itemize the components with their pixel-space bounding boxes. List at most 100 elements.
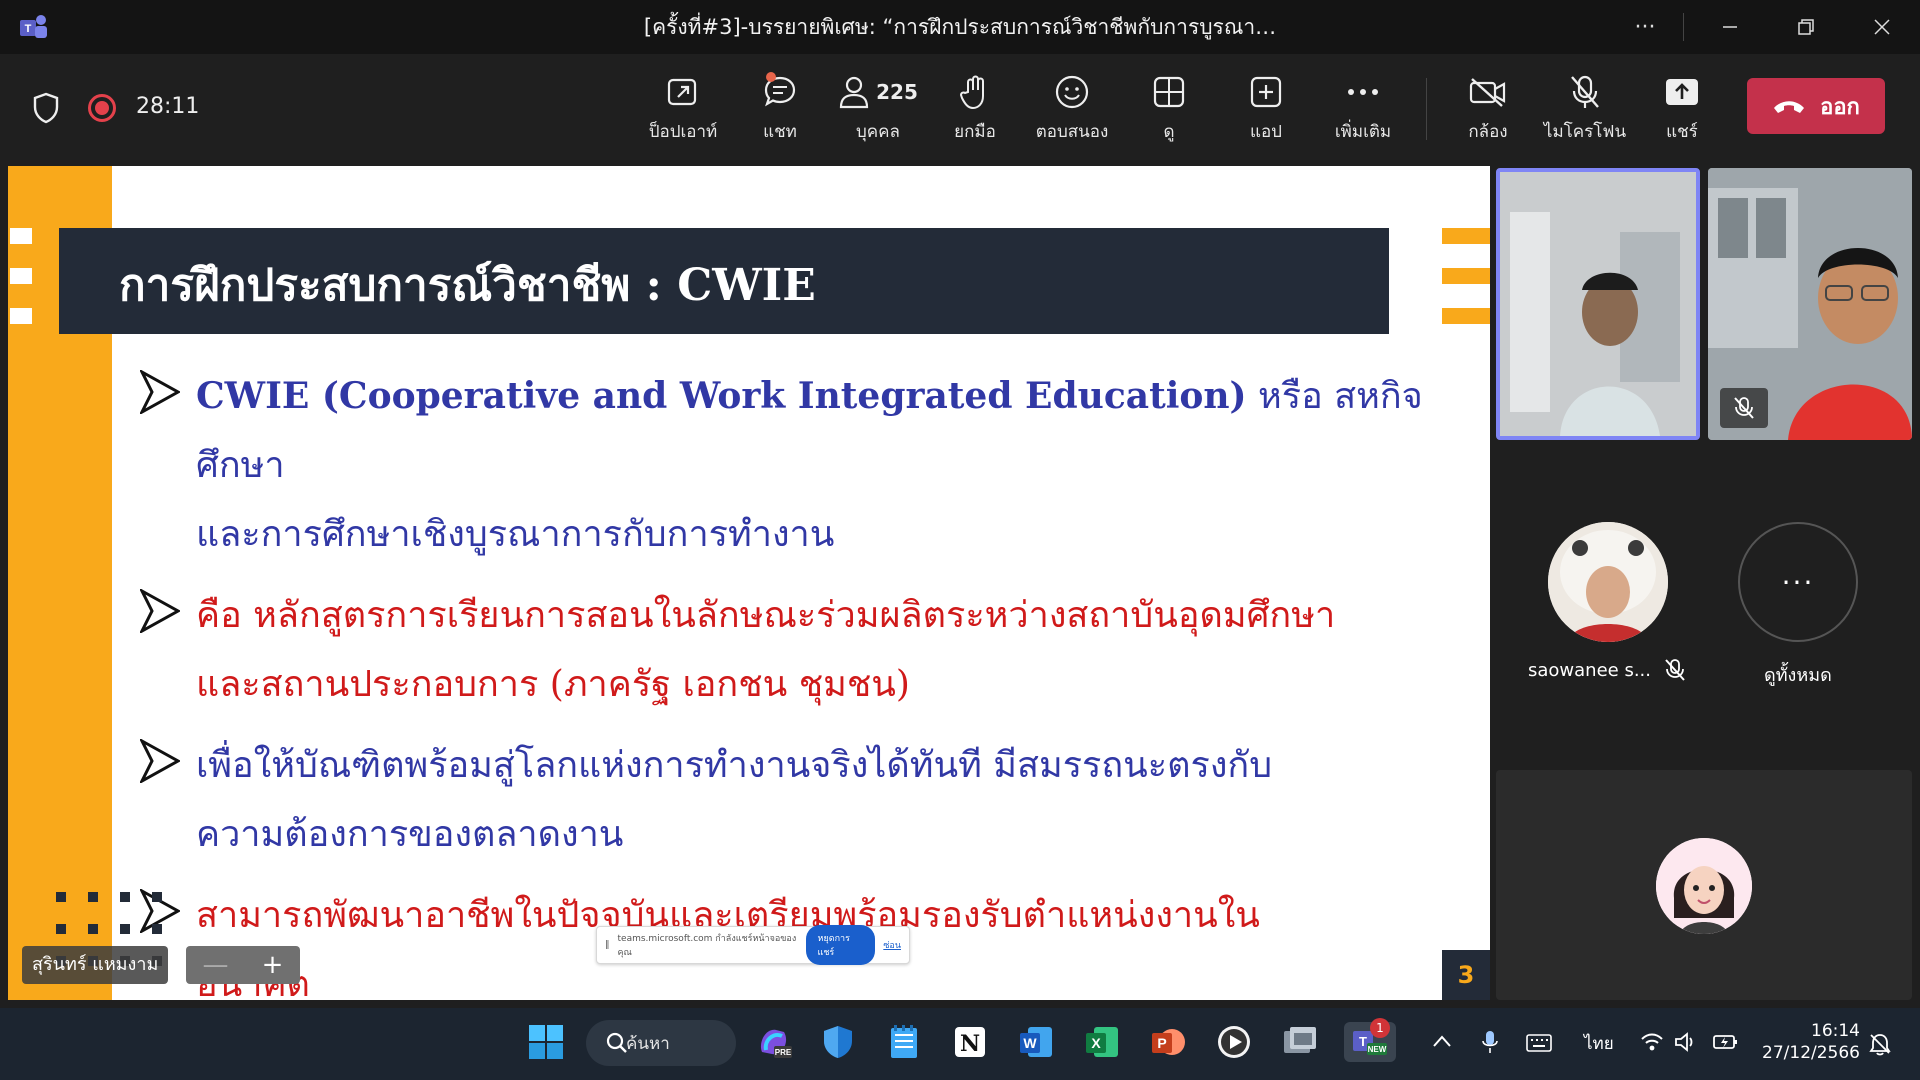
apps-label: แอป <box>1250 122 1282 142</box>
taskbar-defender[interactable] <box>818 1022 858 1062</box>
view-button[interactable]: ดู <box>1121 72 1217 154</box>
self-avatar <box>1656 838 1752 934</box>
window-more-button[interactable]: ··· <box>1615 0 1675 54</box>
participant-muted-badge <box>1720 388 1768 428</box>
participant-video-tile[interactable] <box>1708 168 1912 440</box>
bullet-1-line-2: และการศึกษาเชิงบูรณาการกับการทำงาน <box>196 514 835 555</box>
taskbar-excel[interactable]: X <box>1082 1022 1122 1062</box>
more-options-button[interactable]: เพิ่มเติม <box>1315 72 1411 154</box>
more-icon <box>1348 89 1378 95</box>
close-icon <box>1874 19 1890 35</box>
share-label: แชร์ <box>1666 122 1698 142</box>
apps-button[interactable]: แอป <box>1218 72 1314 154</box>
taskbar-file-explorer[interactable] <box>1280 1022 1320 1062</box>
close-button[interactable] <box>1844 0 1920 54</box>
bullet-2-line-2: และสถานประกอบการ (ภาครัฐ เอกชน ชุมชน) <box>196 664 910 705</box>
more-icon: ··· <box>1781 565 1815 599</box>
react-button[interactable]: ตอบสนอง <box>1024 72 1120 154</box>
hang-up-icon <box>1774 101 1805 113</box>
slide-bullet-3: เพื่อให้บัณฑิตพร้อมสู่โลกแห่งการทำงานจริ… <box>128 731 1478 869</box>
zoom-in-button[interactable]: + <box>262 950 284 980</box>
slide-left-ticks <box>10 228 32 348</box>
mic-off-icon <box>1571 75 1599 108</box>
microphone-tray-icon[interactable] <box>1482 1030 1498 1054</box>
wifi-icon[interactable] <box>1640 1032 1664 1052</box>
recording-indicator-icon <box>88 94 116 122</box>
bullet-2-line-1: คือ หลักสูตรการเรียนการสอนในลักษณะร่วมผล… <box>196 595 1336 636</box>
people-button[interactable]: 225 บุคคล <box>830 72 926 154</box>
raise-hand-label: ยกมือ <box>954 122 996 142</box>
view-icon <box>1153 76 1185 108</box>
share-notice-grip-icon: ‖ <box>605 940 610 950</box>
popout-button[interactable]: ป็อปเอาท์ <box>635 72 731 154</box>
taskbar-powerpoint[interactable]: P <box>1148 1022 1188 1062</box>
slide-title: การฝึกประสบการณ์วิชาชีพ : CWIE <box>119 260 816 311</box>
volume-icon[interactable] <box>1674 1032 1696 1052</box>
camera-off-icon <box>1469 78 1506 107</box>
taskbar-copilot[interactable]: PRE <box>754 1022 794 1062</box>
zoom-out-button[interactable]: — <box>203 950 229 980</box>
stop-sharing-button[interactable]: หยุดการแชร์ <box>805 925 876 965</box>
participant-count: 225 <box>876 80 918 104</box>
window-titlebar: T [ครั้งที่#3]-บรรยายพิเศษ: “การฝึกประสบ… <box>0 0 1920 54</box>
svg-text:T: T <box>1359 1034 1367 1049</box>
powerpoint-icon: P <box>1152 1029 1185 1055</box>
play-icon <box>1218 1026 1250 1058</box>
people-icon <box>840 76 869 109</box>
notification-bell-icon[interactable] <box>1868 1032 1892 1056</box>
svg-text:X: X <box>1091 1035 1101 1051</box>
notepad-icon <box>891 1025 917 1058</box>
notion-icon: N <box>955 1027 985 1057</box>
raise-hand-button[interactable]: ยกมือ <box>927 72 1023 154</box>
people-label: บุคคล <box>856 122 900 142</box>
taskbar-notepad[interactable] <box>884 1022 924 1062</box>
screen-share-notice: ‖ teams.microsoft.com กำลังแชร์หน้าจอของ… <box>596 925 910 965</box>
avatar-image <box>1656 838 1752 934</box>
app-window-icon <box>1284 1027 1316 1053</box>
microphone-button[interactable]: ไมโครโฟน <box>1537 72 1633 154</box>
restore-button[interactable] <box>1768 0 1844 54</box>
input-language[interactable]: ไทย <box>1584 1030 1614 1057</box>
leave-button[interactable]: ออก <box>1747 78 1885 134</box>
chevron-up-icon[interactable] <box>1432 1034 1452 1048</box>
share-notice-text: teams.microsoft.com กำลังแชร์หน้าจอของคุ… <box>617 934 797 958</box>
shield-icon[interactable] <box>32 92 60 124</box>
start-button[interactable] <box>526 1022 566 1062</box>
share-icon <box>1666 79 1698 105</box>
participant-avatar[interactable] <box>1548 522 1668 642</box>
share-button[interactable]: แชร์ <box>1634 72 1730 154</box>
word-icon: W <box>1020 1027 1052 1057</box>
clock-date: 27/12/2566 <box>1762 1043 1860 1063</box>
participant-video-tile-active[interactable] <box>1496 168 1700 440</box>
restore-icon <box>1798 19 1814 35</box>
more-label: เพิ่มเติม <box>1334 122 1392 142</box>
svg-text:P: P <box>1157 1035 1166 1051</box>
teams-notification-badge: 1 <box>1370 1018 1390 1038</box>
chat-button[interactable]: แชท <box>732 72 828 154</box>
svg-text:PRE: PRE <box>775 1048 792 1057</box>
zoom-controls: — + <box>186 946 300 984</box>
clock-time: 16:14 <box>1811 1021 1860 1041</box>
keyboard-icon[interactable] <box>1526 1034 1552 1052</box>
view-all-participants-button[interactable]: ··· <box>1738 522 1858 642</box>
shared-screen: การฝึกประสบการณ์วิชาชีพ : CWIE CWIE (Coo… <box>8 166 1490 1000</box>
battery-icon[interactable] <box>1712 1032 1738 1052</box>
taskbar-notion[interactable]: N <box>950 1022 990 1062</box>
camera-button[interactable]: กล้อง <box>1440 72 1536 154</box>
defender-shield-icon <box>824 1026 852 1058</box>
slide-right-ticks <box>1442 228 1490 348</box>
taskbar-media-player[interactable] <box>1214 1022 1254 1062</box>
arrow-bullet-icon <box>140 739 180 783</box>
view-label: ดู <box>1163 122 1175 142</box>
chat-unread-dot <box>766 72 776 82</box>
react-icon <box>1055 75 1089 109</box>
microphone-label: ไมโครโฟน <box>1543 122 1627 142</box>
minimize-button[interactable] <box>1692 0 1768 54</box>
hide-notice-link[interactable]: ซ่อน <box>883 938 901 952</box>
taskbar-clock[interactable]: 16:14 27/12/2566 <box>1760 1020 1860 1064</box>
taskbar-search[interactable]: ค้นหา <box>586 1020 736 1066</box>
svg-text:N: N <box>960 1031 980 1057</box>
avatar-image <box>1548 522 1668 642</box>
taskbar-word[interactable]: W <box>1016 1022 1056 1062</box>
titlebar-divider <box>1683 13 1684 41</box>
